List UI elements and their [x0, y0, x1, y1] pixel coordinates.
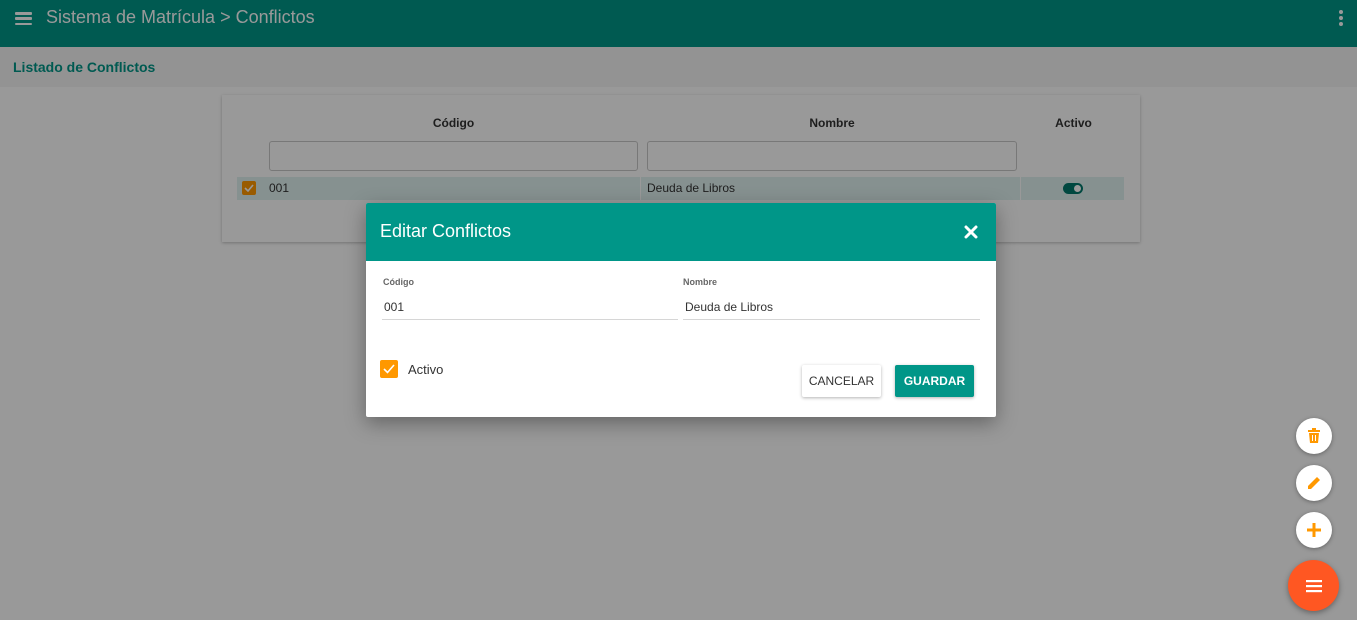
- pencil-icon: [1308, 477, 1320, 489]
- plus-icon: [1307, 523, 1321, 537]
- menu-icon: [1305, 579, 1322, 592]
- cancel-button[interactable]: CANCELAR: [802, 365, 881, 397]
- nombre-label: Nombre: [683, 277, 718, 287]
- activo-label: Activo: [408, 362, 444, 377]
- close-icon[interactable]: [964, 225, 978, 239]
- dialog-title: Editar Conflictos: [380, 221, 512, 241]
- add-fab[interactable]: [1296, 512, 1332, 548]
- codigo-field[interactable]: 001: [384, 300, 404, 314]
- delete-fab[interactable]: [1296, 418, 1332, 454]
- dialog-header: Editar Conflictos: [366, 203, 996, 261]
- trash-icon: [1308, 428, 1320, 443]
- edit-conflict-dialog: Editar Conflictos Código 001 Nombre Deud…: [366, 203, 996, 417]
- codigo-underline: [382, 319, 678, 320]
- save-button[interactable]: GUARDAR: [895, 365, 974, 397]
- check-icon: [383, 364, 395, 374]
- activo-checkbox[interactable]: [380, 360, 398, 378]
- main-menu-fab[interactable]: [1288, 560, 1339, 611]
- edit-fab[interactable]: [1296, 465, 1332, 501]
- codigo-label: Código: [383, 277, 414, 287]
- nombre-field[interactable]: Deuda de Libros: [685, 300, 773, 314]
- nombre-underline: [683, 319, 980, 320]
